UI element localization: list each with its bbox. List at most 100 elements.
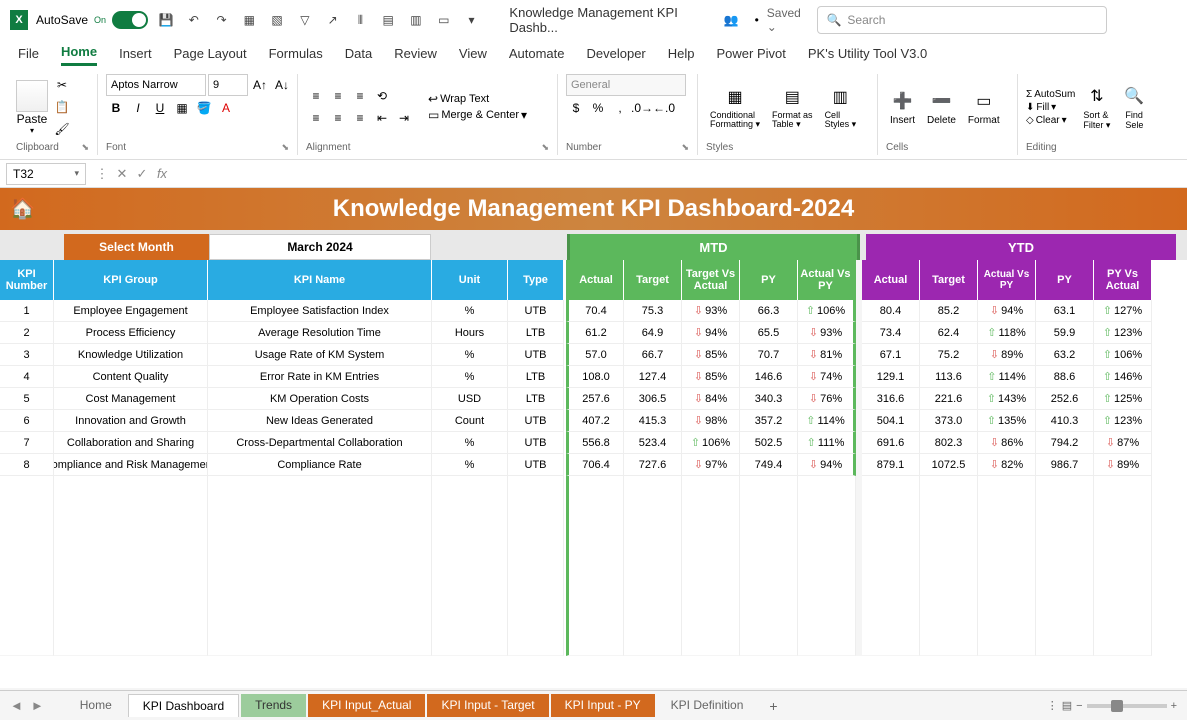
paste-button[interactable]: Paste ▾ bbox=[16, 80, 48, 135]
cell-unit[interactable]: % bbox=[432, 432, 508, 454]
insert-cells-button[interactable]: ➕Insert bbox=[886, 85, 919, 130]
menu-tab-power-pivot[interactable]: Power Pivot bbox=[717, 46, 786, 65]
table-row[interactable]: 1Employee EngagementEmployee Satisfactio… bbox=[0, 300, 1187, 322]
cell-ytd-py[interactable]: 794.2 bbox=[1036, 432, 1094, 454]
cell-ytd-actual[interactable]: 504.1 bbox=[862, 410, 920, 432]
delete-cells-button[interactable]: ➖Delete bbox=[923, 85, 960, 130]
name-box-expand-icon[interactable]: ⋮ bbox=[92, 164, 112, 184]
cell-ytd-target[interactable]: 1072.5 bbox=[920, 454, 978, 476]
share-icon[interactable]: ↗ bbox=[323, 9, 343, 31]
cell-kpi-name[interactable]: KM Operation Costs bbox=[208, 388, 432, 410]
cell-type[interactable]: UTB bbox=[508, 410, 564, 432]
cell-ytd-target[interactable]: 802.3 bbox=[920, 432, 978, 454]
cell-mtd-tva[interactable]: ⇩85% bbox=[682, 344, 740, 366]
sheet-tab-trends[interactable]: Trends bbox=[241, 694, 306, 717]
orientation-icon[interactable]: ⟲ bbox=[372, 86, 392, 106]
italic-button[interactable]: I bbox=[128, 98, 148, 118]
cell-ytd-py[interactable]: 252.6 bbox=[1036, 388, 1094, 410]
copy-icon[interactable]: 📋 bbox=[52, 97, 72, 117]
cell-mtd-target[interactable]: 127.4 bbox=[624, 366, 682, 388]
quick-access-dropdown-icon[interactable]: ▾ bbox=[462, 9, 482, 31]
align-middle-icon[interactable]: ≡ bbox=[328, 86, 348, 106]
cell-kpi-name[interactable]: Error Rate in KM Entries bbox=[208, 366, 432, 388]
zoom-out-icon[interactable]: − bbox=[1076, 700, 1082, 712]
sheet-tab-home[interactable]: Home bbox=[66, 694, 126, 717]
cell-ytd-py[interactable]: 63.1 bbox=[1036, 300, 1094, 322]
cell-kpi-num[interactable]: 1 bbox=[0, 300, 54, 322]
cell-ytd-actual[interactable]: 691.6 bbox=[862, 432, 920, 454]
cell-ytd-pva[interactable]: ⇧123% bbox=[1094, 322, 1152, 344]
cell-ytd-pva[interactable]: ⇩89% bbox=[1094, 454, 1152, 476]
menu-tab-file[interactable]: File bbox=[18, 46, 39, 65]
prev-sheet-icon[interactable]: ◄ bbox=[10, 698, 23, 713]
zoom-slider[interactable] bbox=[1087, 704, 1167, 708]
comma-icon[interactable]: , bbox=[610, 98, 630, 118]
cell-ytd-actual[interactable]: 67.1 bbox=[862, 344, 920, 366]
home-icon[interactable]: 🏠 bbox=[10, 196, 36, 222]
cell-mtd-avp[interactable]: ⇩81% bbox=[798, 344, 856, 366]
menu-tab-formulas[interactable]: Formulas bbox=[269, 46, 323, 65]
view-mode-icon[interactable]: ▤ bbox=[1062, 699, 1072, 712]
cell-ytd-actual[interactable]: 73.4 bbox=[862, 322, 920, 344]
cell-ytd-pva[interactable]: ⇧106% bbox=[1094, 344, 1152, 366]
cell-mtd-avp[interactable]: ⇧111% bbox=[798, 432, 856, 454]
font-name-select[interactable] bbox=[106, 74, 206, 96]
enter-formula-icon[interactable]: ✓ bbox=[132, 164, 152, 184]
align-left-icon[interactable]: ≡ bbox=[306, 108, 326, 128]
cell-kpi-num[interactable]: 2 bbox=[0, 322, 54, 344]
cell-mtd-py[interactable]: 66.3 bbox=[740, 300, 798, 322]
table-icon[interactable]: ▤ bbox=[378, 9, 398, 31]
cell-type[interactable]: UTB bbox=[508, 300, 564, 322]
formula-input[interactable] bbox=[172, 163, 1187, 185]
group-icon[interactable]: ⫴ bbox=[351, 9, 371, 31]
sort-filter-button[interactable]: ⇅Sort &Filter ▾ bbox=[1079, 80, 1114, 135]
cell-mtd-avp[interactable]: ⇩93% bbox=[798, 322, 856, 344]
cancel-formula-icon[interactable]: ✕ bbox=[112, 164, 132, 184]
cell-unit[interactable]: USD bbox=[432, 388, 508, 410]
cell-mtd-actual[interactable]: 407.2 bbox=[566, 410, 624, 432]
cell-kpi-num[interactable]: 3 bbox=[0, 344, 54, 366]
find-select-button[interactable]: 🔍FindSele bbox=[1118, 80, 1150, 134]
table-row[interactable]: 8ompliance and Risk ManagemerCompliance … bbox=[0, 454, 1187, 476]
cell-mtd-tva[interactable]: ⇩94% bbox=[682, 322, 740, 344]
increase-indent-icon[interactable]: ⇥ bbox=[394, 108, 414, 128]
cell-mtd-actual[interactable]: 70.4 bbox=[566, 300, 624, 322]
dialog-launcher-icon[interactable]: ⬊ bbox=[81, 142, 89, 153]
font-color-button[interactable]: A bbox=[216, 98, 236, 118]
cell-kpi-num[interactable]: 4 bbox=[0, 366, 54, 388]
cell-ytd-tva[interactable]: ⇩82% bbox=[978, 454, 1036, 476]
dialog-launcher-icon[interactable]: ⬊ bbox=[281, 142, 289, 153]
cell-mtd-avp[interactable]: ⇧106% bbox=[798, 300, 856, 322]
filter-icon[interactable]: ▽ bbox=[295, 9, 315, 31]
cell-mtd-py[interactable]: 357.2 bbox=[740, 410, 798, 432]
cell-mtd-target[interactable]: 727.6 bbox=[624, 454, 682, 476]
menu-tab-developer[interactable]: Developer bbox=[587, 46, 646, 65]
grid-icon[interactable]: ▦ bbox=[239, 9, 259, 31]
increase-decimal-icon[interactable]: .0→ bbox=[632, 98, 652, 118]
menu-tab-view[interactable]: View bbox=[459, 46, 487, 65]
undo-icon[interactable]: ↶ bbox=[184, 9, 204, 31]
cell-mtd-tva[interactable]: ⇩97% bbox=[682, 454, 740, 476]
cell-ytd-py[interactable]: 59.9 bbox=[1036, 322, 1094, 344]
menu-tab-pk-s-utility-tool-v3-0[interactable]: PK's Utility Tool V3.0 bbox=[808, 46, 927, 65]
sheet-tab-kpi-input-actual[interactable]: KPI Input_Actual bbox=[308, 694, 425, 717]
cell-ytd-actual[interactable]: 316.6 bbox=[862, 388, 920, 410]
cell-kpi-num[interactable]: 6 bbox=[0, 410, 54, 432]
cell-kpi-name[interactable]: Average Resolution Time bbox=[208, 322, 432, 344]
bold-button[interactable]: B bbox=[106, 98, 126, 118]
cell-ytd-py[interactable]: 986.7 bbox=[1036, 454, 1094, 476]
blank-area[interactable] bbox=[0, 476, 1187, 656]
cell-type[interactable]: LTB bbox=[508, 322, 564, 344]
decrease-font-icon[interactable]: A↓ bbox=[272, 75, 292, 95]
cell-type[interactable]: UTB bbox=[508, 454, 564, 476]
cell-ytd-target[interactable]: 373.0 bbox=[920, 410, 978, 432]
menu-tab-data[interactable]: Data bbox=[345, 46, 372, 65]
cell-mtd-actual[interactable]: 556.8 bbox=[566, 432, 624, 454]
save-icon[interactable]: 💾 bbox=[156, 9, 176, 31]
cell-mtd-actual[interactable]: 257.6 bbox=[566, 388, 624, 410]
align-top-icon[interactable]: ≡ bbox=[306, 86, 326, 106]
menu-tab-help[interactable]: Help bbox=[668, 46, 695, 65]
cell-mtd-actual[interactable]: 57.0 bbox=[566, 344, 624, 366]
cell-ytd-py[interactable]: 410.3 bbox=[1036, 410, 1094, 432]
cell-ytd-tva[interactable]: ⇧118% bbox=[978, 322, 1036, 344]
